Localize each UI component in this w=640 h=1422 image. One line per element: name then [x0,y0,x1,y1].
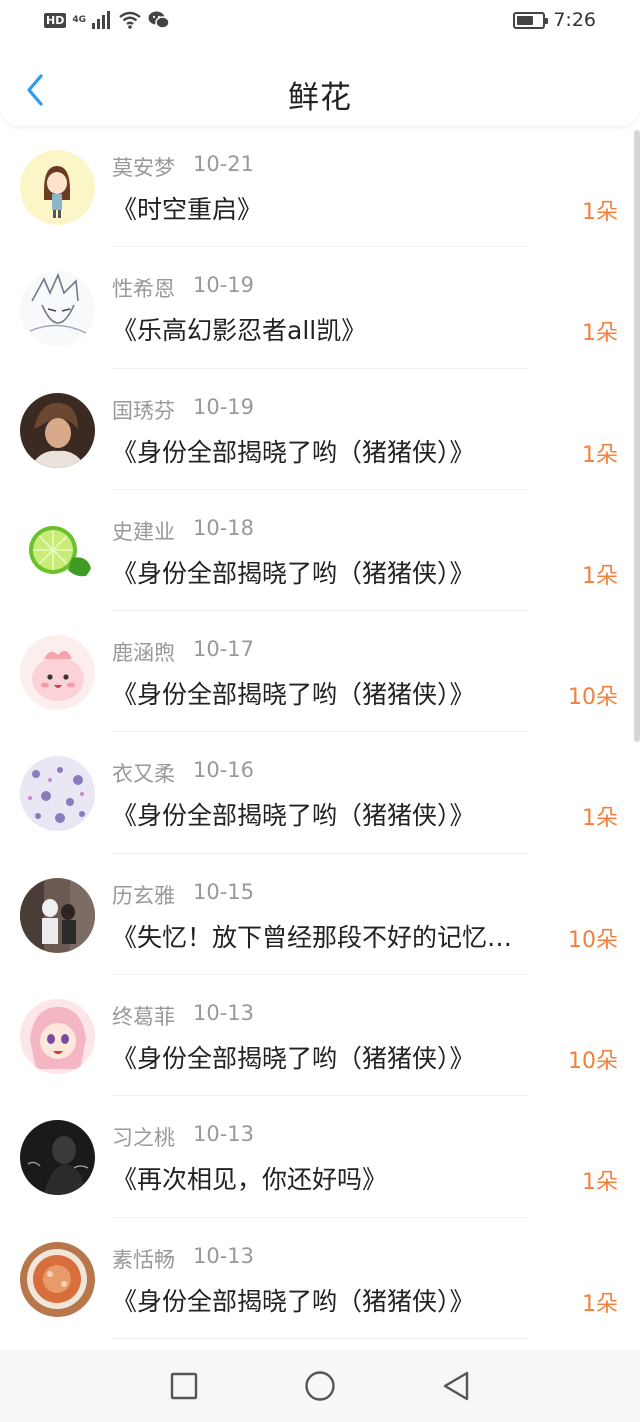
flower-count: 1朵 [582,806,618,832]
sender-name: 鹿涵煦 [112,641,175,666]
list-item[interactable]: 终葛菲 10-13 《身份全部揭晓了哟（猪猪侠）》 10朵 [0,975,640,1097]
send-date: 10-13 [193,1243,255,1268]
sender-name: 历玄雅 [112,883,175,908]
send-date: 10-16 [193,758,255,783]
item-meta: 历玄雅 10-15 [112,880,254,910]
flower-count: 1朵 [582,200,618,225]
wifi-icon [119,11,141,29]
sender-name: 衣又柔 [112,762,175,787]
item-meta: 习之桃 10-13 [112,1122,254,1152]
network-generation: 4G [72,15,86,25]
sender-name: 终葛菲 [112,1005,175,1030]
list-item[interactable]: 衣又柔 10-16 《身份全部揭晓了哟（猪猪侠）》 1朵 [0,732,640,854]
list-item[interactable]: 历玄雅 10-15 《失忆！放下曾经那段不好的记忆… 10朵 [0,854,640,976]
flower-count: 10朵 [568,1049,618,1075]
home-button[interactable] [304,1370,336,1402]
flower-count: 10朵 [568,685,618,711]
sender-name: 性希恩 [112,277,175,302]
send-date: 10-19 [193,394,255,419]
story-title[interactable]: 《失忆！放下曾经那段不好的记忆… [112,918,552,954]
sender-name: 史建业 [112,519,175,544]
sender-name: 素恬畅 [112,1247,175,1272]
avatar[interactable] [20,1241,95,1317]
flower-count: 1朵 [582,442,618,468]
list-item[interactable]: 鹿涵煦 10-17 《身份全部揭晓了哟（猪猪侠）》 10朵 [0,611,640,733]
sender-name: 国琇芬 [112,398,175,423]
system-back-button[interactable] [440,1370,472,1402]
flower-count: 1朵 [582,1291,618,1317]
item-meta: 素恬畅 10-13 [112,1244,254,1274]
story-title[interactable]: 《身份全部揭晓了哟（猪猪侠）》 [112,433,552,469]
send-date: 10-15 [193,879,255,904]
item-meta: 性希恩 10-19 [112,273,254,303]
send-date: 10-19 [193,273,255,298]
recent-apps-button[interactable] [168,1370,200,1402]
avatar[interactable] [20,271,95,347]
item-meta: 终葛菲 10-13 [112,1001,254,1031]
sender-name: 习之桃 [112,1126,175,1151]
list-item[interactable]: 习之桃 10-13 《再次相见，你还好吗》 1朵 [0,1096,640,1218]
flower-count: 10朵 [568,927,618,953]
send-date: 10-21 [193,152,255,176]
sender-name: 莫安梦 [112,156,175,180]
divider [112,1337,528,1339]
avatar[interactable] [20,513,95,589]
triangle-back-icon [443,1371,469,1401]
send-date: 10-17 [193,637,255,662]
signal-icon [92,11,110,29]
avatar[interactable] [20,635,95,711]
scrollbar[interactable] [634,130,640,742]
avatar[interactable] [20,1120,95,1196]
story-title[interactable]: 《身份全部揭晓了哟（猪猪侠）》 [112,1282,552,1318]
story-title[interactable]: 《时空重启》 [112,190,552,226]
avatar[interactable] [20,392,95,468]
circle-icon [305,1371,335,1401]
story-title[interactable]: 《再次相见，你还好吗》 [112,1160,552,1196]
status-time: 7:26 [553,9,596,31]
item-meta: 鹿涵煦 10-17 [112,637,254,667]
hd-badge: HD [44,12,67,28]
header: 鲜花 [0,44,640,126]
battery-icon [513,11,549,29]
story-title[interactable]: 《身份全部揭晓了哟（猪猪侠）》 [112,1039,552,1075]
story-title[interactable]: 《身份全部揭晓了哟（猪猪侠）》 [112,675,552,711]
story-title[interactable]: 《身份全部揭晓了哟（猪猪侠）》 [112,554,552,590]
story-title[interactable]: 《乐高幻影忍者all凯》 [112,311,552,347]
status-bar: HD 4G 7:26 [0,0,640,44]
status-right: 7:26 [513,9,596,31]
page-title: 鲜花 [288,80,352,116]
flower-list: 莫安梦 10-21 《时空重启》 1朵 性希恩 10-19 《乐高幻影忍者all凯》 1朵 国琇… [0,126,640,1339]
story-title[interactable]: 《身份全部揭晓了哟（猪猪侠）》 [112,796,552,832]
flower-count: 1朵 [582,321,618,347]
item-meta: 衣又柔 10-16 [112,758,254,788]
avatar[interactable] [20,999,95,1075]
list-item[interactable]: 国琇芬 10-19 《身份全部揭晓了哟（猪猪侠）》 1朵 [0,369,640,490]
list-item[interactable]: 史建业 10-18 《身份全部揭晓了哟（猪猪侠）》 1朵 [0,490,640,612]
item-meta: 莫安梦 10-21 [112,152,254,182]
item-meta: 史建业 10-18 [112,516,254,546]
avatar[interactable] [20,756,95,832]
avatar[interactable] [20,877,95,953]
system-nav-bar [0,1350,640,1422]
send-date: 10-18 [193,515,255,540]
list-item[interactable]: 性希恩 10-19 《乐高幻影忍者all凯》 1朵 [0,247,640,369]
avatar[interactable] [20,150,95,225]
item-meta: 国琇芬 10-19 [112,395,254,425]
send-date: 10-13 [193,1122,255,1147]
flower-count: 1朵 [582,563,618,589]
wechat-icon [148,11,170,29]
send-date: 10-13 [193,1001,255,1026]
flower-count: 1朵 [582,1170,618,1196]
square-icon [170,1372,198,1400]
status-left: HD 4G [44,10,170,30]
list-item[interactable]: 素恬畅 10-13 《身份全部揭晓了哟（猪猪侠）》 1朵 [0,1218,640,1339]
list-item[interactable]: 莫安梦 10-21 《时空重启》 1朵 [0,126,640,248]
